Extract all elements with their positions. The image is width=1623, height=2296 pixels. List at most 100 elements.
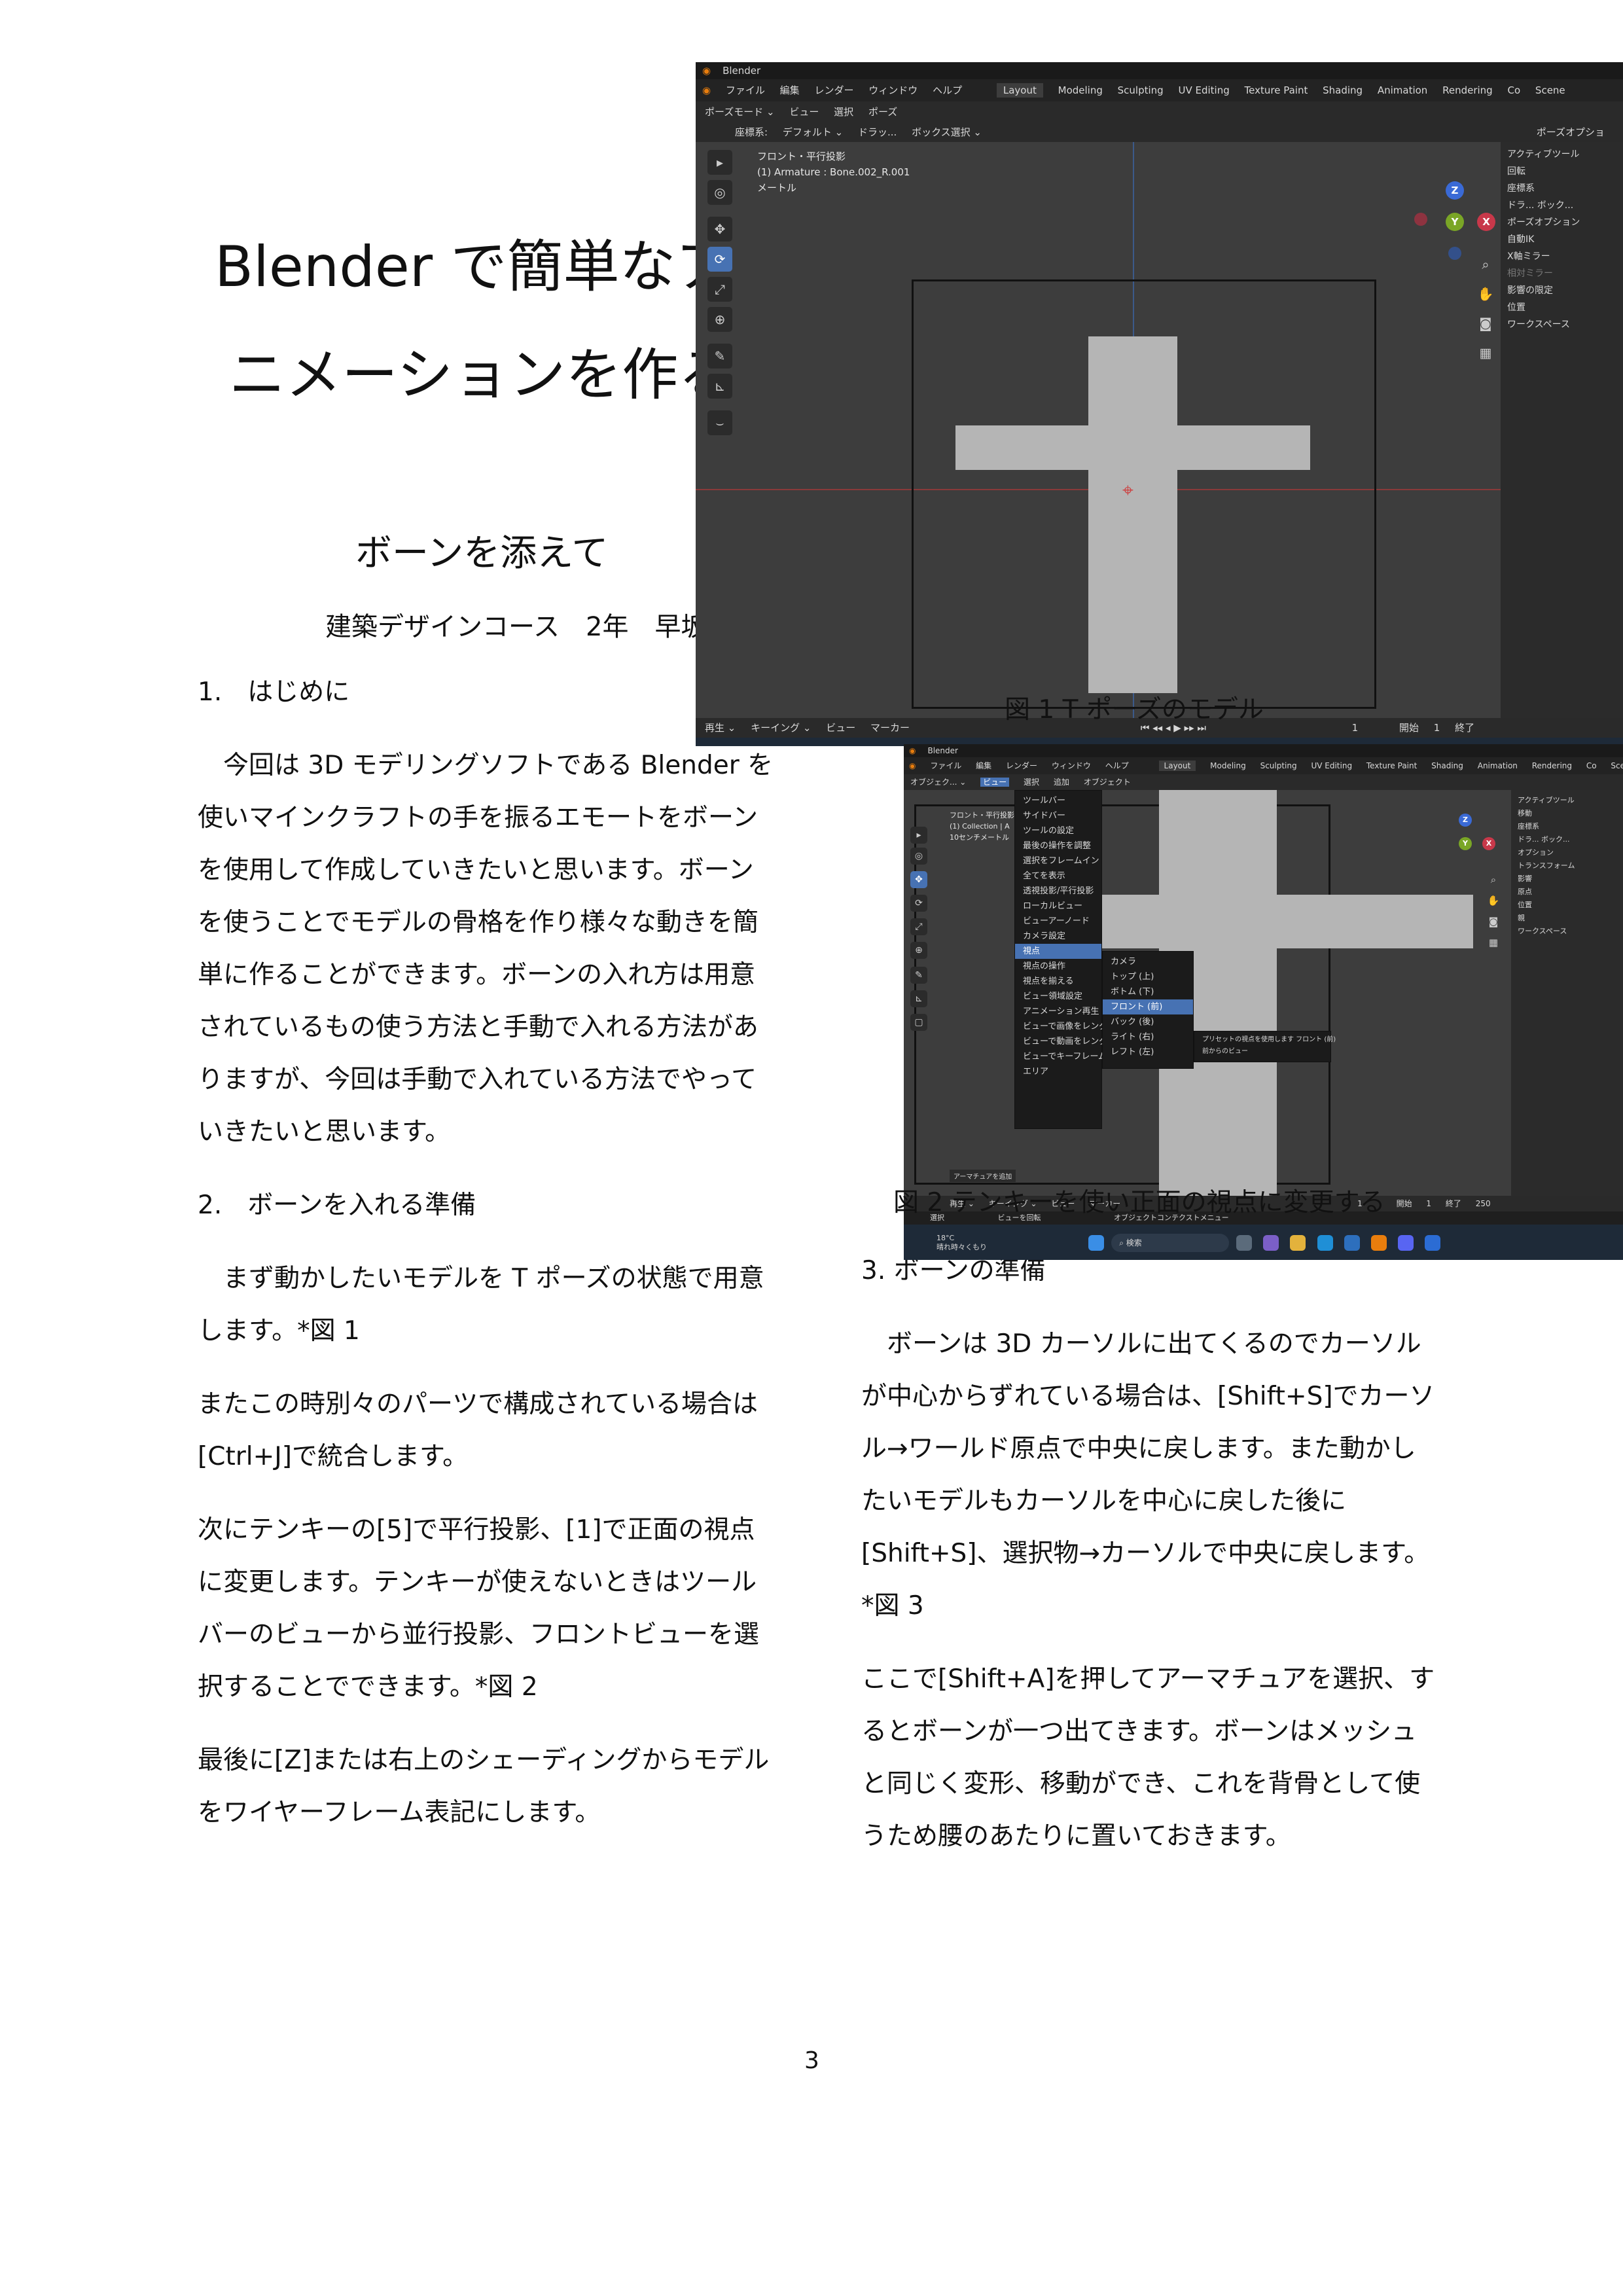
- parent-checkbox-2[interactable]: 親: [1518, 912, 1616, 925]
- tab-animation[interactable]: Animation: [1378, 84, 1427, 96]
- orientation-field[interactable]: 座標系: [1507, 180, 1616, 197]
- current-frame[interactable]: 1: [1352, 722, 1359, 734]
- viewpoint-back[interactable]: バック (後): [1103, 1014, 1193, 1030]
- tab-modeling[interactable]: Modeling: [1058, 84, 1103, 96]
- workspace-heading-2[interactable]: ワークスペース: [1518, 925, 1616, 938]
- menu-item-perspective-ortho[interactable]: 透視投影/平行投影: [1015, 884, 1101, 899]
- origin-checkbox-2[interactable]: 原点: [1518, 886, 1616, 899]
- store-icon-2[interactable]: [1344, 1234, 1360, 1251]
- blender-menu-icon[interactable]: ◉: [702, 84, 711, 96]
- gizmo-y-icon[interactable]: Y: [1446, 213, 1464, 231]
- tab-layout[interactable]: Layout: [996, 83, 1043, 98]
- ortho-grid-icon[interactable]: ▦: [1474, 342, 1497, 364]
- transform-tool-icon[interactable]: ⊕: [707, 307, 732, 332]
- camera-view-icon-2[interactable]: ◙: [1482, 910, 1505, 933]
- menu-view[interactable]: ビュー: [789, 106, 819, 118]
- menu-item-render-image[interactable]: ビューで画像をレンダリング: [1015, 1019, 1133, 1034]
- tab-layout-2[interactable]: Layout: [1158, 761, 1196, 771]
- move-tool-icon[interactable]: ✥: [707, 217, 732, 242]
- drag-field-2[interactable]: ドラ... ボック...: [1518, 833, 1616, 846]
- tab-sculpting[interactable]: Sculpting: [1118, 84, 1164, 96]
- menu-item-render-keyframes[interactable]: ビューでキーフレームをレンダリング: [1015, 1049, 1166, 1064]
- menu-select-2[interactable]: 選択: [1024, 778, 1039, 787]
- menu-item-navigation[interactable]: 視点の操作: [1015, 959, 1101, 974]
- viewpoint-bottom[interactable]: ボトム (下): [1103, 984, 1193, 999]
- scene-selector[interactable]: Scene: [1535, 84, 1565, 96]
- measure-tool-icon-2[interactable]: ⊾: [910, 990, 927, 1007]
- zoom-icon[interactable]: ⌕: [1474, 253, 1497, 276]
- gizmo-neg-x-icon[interactable]: [1414, 213, 1427, 226]
- tab-rendering-2[interactable]: Rendering: [1532, 761, 1572, 770]
- move-tool-icon-2[interactable]: ✥: [910, 871, 927, 888]
- menu-view-2[interactable]: ビュー: [980, 778, 1010, 787]
- transform-tool-icon-2[interactable]: ⊕: [910, 942, 927, 959]
- menu-select[interactable]: 選択: [834, 106, 853, 118]
- pan-hand-icon-2[interactable]: ✋: [1482, 889, 1505, 912]
- menu-item-frame-all[interactable]: 全てを表示: [1015, 869, 1101, 884]
- app-icon-2[interactable]: [1424, 1234, 1440, 1251]
- menu-item-toolbar[interactable]: ツールバー: [1015, 793, 1101, 808]
- discord-icon-2[interactable]: [1397, 1234, 1414, 1251]
- viewpoint-top[interactable]: トップ (上): [1103, 969, 1193, 984]
- menu-render-2[interactable]: レンダー: [1006, 761, 1037, 770]
- pan-hand-icon[interactable]: ✋: [1474, 283, 1497, 305]
- annotate-tool-icon-2[interactable]: ✎: [910, 967, 927, 984]
- tab-sculpting-2[interactable]: Sculpting: [1260, 761, 1297, 770]
- menu-help[interactable]: ヘルプ: [933, 84, 962, 96]
- gizmo-z-icon[interactable]: Z: [1446, 181, 1464, 200]
- menu-edit[interactable]: 編集: [780, 84, 800, 96]
- menu-item-area[interactable]: エリア: [1015, 1064, 1101, 1079]
- gizmo-y-icon-2[interactable]: Y: [1459, 837, 1472, 850]
- location-checkbox-2[interactable]: 位置: [1518, 899, 1616, 912]
- orientation-select[interactable]: デフォルト ⌄: [783, 126, 843, 138]
- rotate-tool-icon-2[interactable]: ⟳: [910, 895, 927, 912]
- teams-icon-2[interactable]: [1263, 1234, 1279, 1251]
- auto-ik-checkbox[interactable]: 自動IK: [1507, 231, 1616, 248]
- tab-rendering[interactable]: Rendering: [1442, 84, 1493, 96]
- menu-add-2[interactable]: 追加: [1054, 778, 1069, 787]
- start-frame[interactable]: 1: [1434, 722, 1440, 734]
- keying-menu[interactable]: キーイング ⌄: [751, 722, 811, 734]
- gizmo-x-icon-2[interactable]: X: [1482, 837, 1495, 850]
- pose-options-header[interactable]: ポーズオプショ: [1537, 122, 1605, 142]
- blender-menu-icon-2[interactable]: ◉: [909, 761, 916, 770]
- end-frame-2[interactable]: 250: [1476, 1199, 1491, 1208]
- tab-uv-editing[interactable]: UV Editing: [1178, 84, 1229, 96]
- options-heading-2[interactable]: オプション: [1518, 846, 1616, 859]
- marker-menu[interactable]: マーカー: [870, 722, 910, 734]
- explorer-icon-2[interactable]: [1290, 1234, 1306, 1251]
- select-tool-icon[interactable]: ▸: [707, 150, 732, 175]
- blender-taskbar-icon-2[interactable]: [1370, 1234, 1387, 1251]
- tab-texture-paint-2[interactable]: Texture Paint: [1366, 761, 1417, 770]
- active-tool-heading-2[interactable]: アクティブツール: [1518, 794, 1616, 807]
- tab-shading[interactable]: Shading: [1323, 84, 1363, 96]
- windows-start-icon-2[interactable]: [1088, 1234, 1105, 1251]
- 3d-viewport[interactable]: ⌖ フロント・平行投影 (1) Armature : Bone.002_R.00…: [696, 142, 1501, 718]
- menu-help-2[interactable]: ヘルプ: [1105, 761, 1129, 770]
- location-checkbox[interactable]: 位置: [1507, 299, 1616, 316]
- playback-menu[interactable]: 再生 ⌄: [705, 722, 736, 734]
- 3d-viewport-2[interactable]: フロント・平行投影 (1) Collection | A 10センチメートル ▸…: [904, 790, 1511, 1196]
- menu-item-view-regions[interactable]: ビュー領域設定: [1015, 989, 1101, 1004]
- menu-item-camera-settings[interactable]: カメラ設定: [1015, 929, 1101, 944]
- menu-file[interactable]: ファイル: [726, 84, 765, 96]
- transform-heading-2[interactable]: トランスフォーム: [1518, 859, 1616, 872]
- workspace-heading[interactable]: ワークスペース: [1507, 316, 1616, 333]
- menu-render[interactable]: レンダー: [814, 84, 853, 96]
- start-frame-2[interactable]: 1: [1426, 1199, 1431, 1208]
- rotate-tool-icon[interactable]: ⟳: [707, 247, 732, 272]
- tab-animation-2[interactable]: Animation: [1478, 761, 1518, 770]
- scale-tool-icon[interactable]: ⤢: [707, 277, 732, 302]
- menu-item-sidebar[interactable]: サイドバー: [1015, 808, 1101, 823]
- relative-mirror-checkbox[interactable]: 相対ミラー: [1507, 265, 1616, 282]
- menu-item-viewpoint[interactable]: 視点: [1015, 944, 1101, 959]
- zoom-icon-2[interactable]: ⌕: [1482, 869, 1505, 891]
- cursor-tool-icon[interactable]: ◎: [707, 180, 732, 205]
- tab-compositing[interactable]: Co: [1507, 84, 1520, 96]
- ortho-grid-icon-2[interactable]: ▦: [1482, 931, 1505, 954]
- menu-object-2[interactable]: オブジェクト: [1084, 778, 1131, 787]
- scale-tool-icon-2[interactable]: ⤢: [910, 918, 927, 935]
- menu-file-2[interactable]: ファイル: [930, 761, 961, 770]
- menu-item-viewer-node[interactable]: ビューアーノード: [1015, 914, 1101, 929]
- menu-pose[interactable]: ポーズ: [868, 106, 897, 118]
